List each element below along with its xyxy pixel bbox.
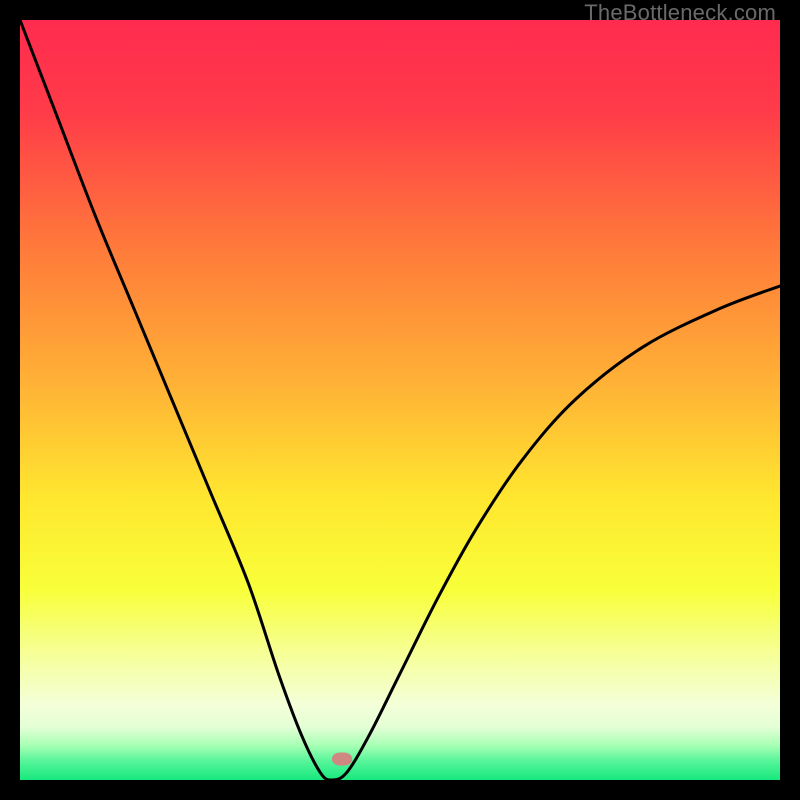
watermark-text: TheBottleneck.com <box>584 0 776 26</box>
chart-frame <box>20 20 780 780</box>
bottleneck-curve <box>20 20 780 780</box>
optimal-point-marker <box>332 752 352 765</box>
